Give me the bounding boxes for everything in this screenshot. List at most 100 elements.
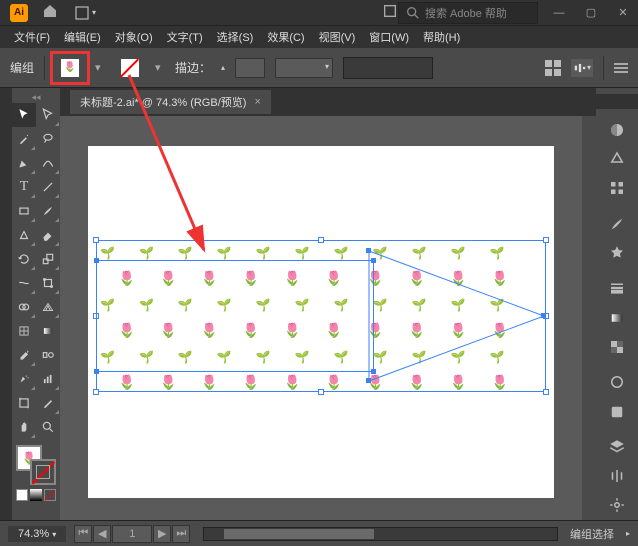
menu-edit[interactable]: 编辑(E) — [58, 27, 107, 47]
rectangle-tool[interactable] — [12, 199, 36, 223]
menu-file[interactable]: 文件(F) — [8, 27, 56, 47]
color-panel[interactable] — [599, 117, 635, 142]
stock-icon[interactable] — [382, 3, 398, 22]
selection-handle[interactable] — [543, 389, 549, 395]
triangle-path[interactable] — [364, 246, 554, 386]
stroke-swatch[interactable] — [115, 56, 145, 80]
line-segment-tool[interactable] — [36, 175, 60, 199]
anchor-point[interactable] — [94, 369, 99, 374]
direct-selection-tool[interactable] — [36, 103, 60, 127]
blend-tool[interactable] — [36, 343, 60, 367]
curvature-tool[interactable] — [36, 151, 60, 175]
swatches-panel[interactable] — [599, 175, 635, 200]
arrange-docs-icon[interactable]: ▾ — [74, 5, 96, 21]
symbols-panel[interactable] — [599, 240, 635, 265]
anchor-point[interactable] — [541, 313, 546, 318]
symbol-sprayer-tool[interactable] — [12, 367, 36, 391]
fill-dropdown[interactable]: ▾ — [95, 61, 105, 74]
selection-tool[interactable] — [12, 103, 36, 127]
horizontal-scrollbar[interactable] — [203, 527, 558, 541]
gradient-panel[interactable] — [599, 305, 635, 330]
align-panel-button[interactable]: ▾ — [571, 59, 593, 77]
fill-swatch[interactable]: 🌷 — [55, 56, 85, 80]
color-mode-gradient[interactable] — [30, 489, 42, 501]
next-artboard-button[interactable]: ▶ — [153, 525, 171, 543]
brush-definition-picker[interactable] — [343, 57, 433, 79]
anchor-point[interactable] — [94, 258, 99, 263]
menu-window[interactable]: 窗口(W) — [363, 27, 415, 47]
scale-tool[interactable] — [36, 247, 60, 271]
toolbox-collapse[interactable]: ◂◂ — [12, 92, 60, 103]
selection-handle[interactable] — [93, 237, 99, 243]
color-guide-panel[interactable] — [599, 146, 635, 171]
column-graph-tool[interactable] — [36, 367, 60, 391]
selection-handle[interactable] — [543, 237, 549, 243]
zoom-tool[interactable] — [36, 415, 60, 439]
first-artboard-button[interactable]: ⏮ — [74, 525, 92, 543]
stroke-weight-input[interactable] — [235, 58, 265, 78]
properties-panel[interactable] — [599, 493, 635, 518]
artboard-tool[interactable] — [12, 391, 36, 415]
slice-tool[interactable] — [36, 391, 60, 415]
canvas-area[interactable]: 🌱🌱🌱🌱🌱🌱🌱🌱🌱🌱🌱 🌷🌷🌷🌷🌷🌷🌷🌷🌷🌷 🌱🌱🌱🌱🌱🌱🌱🌱🌱🌱🌱 🌷🌷🌷🌷🌷… — [60, 116, 596, 520]
color-mode-solid[interactable] — [16, 489, 28, 501]
panel-collapse[interactable] — [596, 94, 638, 109]
anchor-point[interactable] — [366, 248, 371, 253]
transparency-panel[interactable] — [599, 334, 635, 359]
selection-handle[interactable] — [93, 389, 99, 395]
magic-wand-tool[interactable] — [12, 127, 36, 151]
menu-help[interactable]: 帮助(H) — [417, 27, 466, 47]
minimize-button[interactable]: — — [548, 5, 570, 21]
lasso-tool[interactable] — [36, 127, 60, 151]
gradient-tool[interactable] — [36, 319, 60, 343]
color-mode-none[interactable] — [44, 489, 56, 501]
eraser-tool[interactable] — [36, 223, 60, 247]
search-box[interactable]: 搜索 Adobe 帮助 — [398, 2, 538, 24]
document-tab[interactable]: 未标题-2.ai* @ 74.3% (RGB/预览) × — [70, 90, 271, 114]
hand-tool[interactable] — [12, 415, 36, 439]
shape-builder-tool[interactable] — [12, 295, 36, 319]
appearance-panel[interactable] — [599, 370, 635, 395]
align-grid-icon[interactable] — [545, 60, 561, 76]
menu-select[interactable]: 选择(S) — [211, 27, 260, 47]
zoom-level[interactable]: 74.3% ▾ — [8, 526, 66, 542]
selection-info-dropdown[interactable]: ▸ — [626, 529, 630, 538]
stroke-dropdown[interactable]: ▾ — [155, 61, 165, 74]
type-tool[interactable]: T — [12, 175, 36, 199]
menu-effect[interactable]: 效果(C) — [261, 27, 310, 47]
pen-tool[interactable] — [12, 151, 36, 175]
eyedropper-tool[interactable] — [12, 343, 36, 367]
perspective-grid-tool[interactable] — [36, 295, 60, 319]
home-icon[interactable] — [42, 3, 58, 22]
free-transform-tool[interactable] — [36, 271, 60, 295]
options-menu-button[interactable] — [614, 61, 628, 75]
vertical-scrollbar[interactable] — [582, 116, 596, 520]
last-artboard-button[interactable]: ⏭ — [172, 525, 190, 543]
rotate-tool[interactable] — [12, 247, 36, 271]
menu-type[interactable]: 文字(T) — [161, 27, 209, 47]
prev-artboard-button[interactable]: ◀ — [93, 525, 111, 543]
stroke-stepper-up[interactable]: ▴ — [221, 64, 225, 72]
scrollbar-thumb[interactable] — [224, 529, 374, 539]
layers-panel[interactable] — [599, 435, 635, 460]
mesh-tool[interactable] — [12, 319, 36, 343]
shaper-tool[interactable] — [12, 223, 36, 247]
brushes-panel[interactable] — [599, 211, 635, 236]
close-button[interactable]: ✕ — [612, 5, 634, 21]
stroke-panel[interactable] — [599, 276, 635, 301]
tab-close-button[interactable]: × — [254, 96, 260, 108]
paintbrush-tool[interactable] — [36, 199, 60, 223]
artboard-number[interactable]: 1 — [112, 525, 152, 543]
menu-object[interactable]: 对象(O) — [109, 27, 159, 47]
rectangle-path[interactable] — [96, 260, 374, 372]
stroke-profile-picker[interactable]: ▾ — [275, 58, 333, 78]
anchor-point[interactable] — [366, 378, 371, 383]
menu-view[interactable]: 视图(V) — [313, 27, 362, 47]
graphic-styles-panel[interactable] — [599, 399, 635, 424]
selection-handle[interactable] — [318, 237, 324, 243]
fill-stroke-indicator[interactable]: 🌷 — [16, 445, 56, 485]
libraries-panel[interactable] — [599, 464, 635, 489]
selection-handle[interactable] — [318, 389, 324, 395]
width-tool[interactable] — [12, 271, 36, 295]
maximize-button[interactable]: ▢ — [580, 5, 602, 21]
